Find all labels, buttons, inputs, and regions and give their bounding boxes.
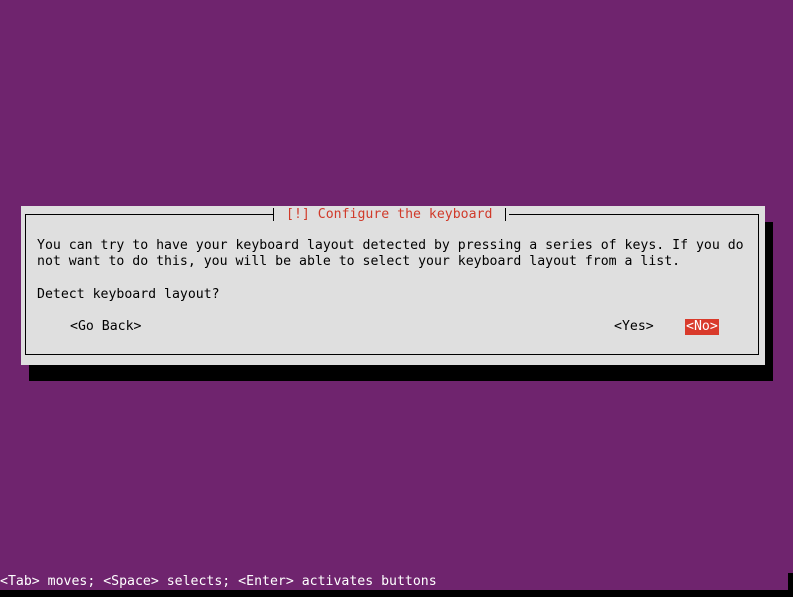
dialog-question: Detect keyboard layout? [37, 287, 220, 302]
go-back-button[interactable]: <Go Back> [70, 319, 141, 335]
title-divider-right [505, 208, 506, 221]
yes-button[interactable]: <Yes> [614, 319, 654, 335]
screen-bottom-edge [0, 590, 793, 597]
title-divider-left [273, 208, 274, 221]
no-button[interactable]: <No> [685, 319, 719, 335]
status-bar-help: <Tab> moves; <Space> selects; <Enter> ac… [0, 574, 437, 589]
description-line-1: You can try to have your keyboard layout… [37, 238, 744, 253]
dialog-title: [!] Configure the keyboard [286, 207, 493, 222]
configure-keyboard-dialog: [!] Configure the keyboard You can try t… [21, 206, 765, 365]
dialog-description: You can try to have your keyboard layout… [37, 238, 744, 270]
description-line-2: not want to do this, you will be able to… [37, 254, 681, 269]
